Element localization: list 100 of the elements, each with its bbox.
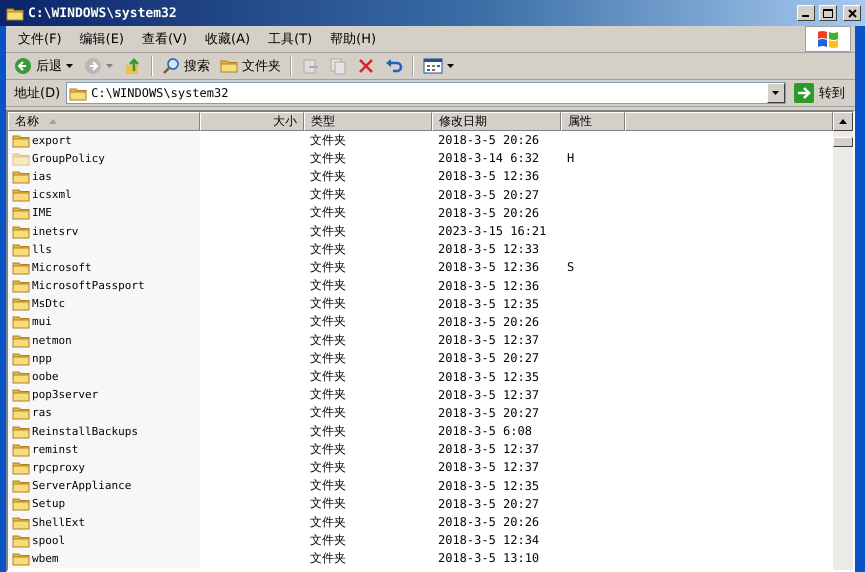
- folder-icon: [12, 478, 30, 494]
- scroll-thumb[interactable]: [833, 137, 853, 147]
- type-cell-text: 文件夹: [309, 550, 347, 567]
- date-cell-text: 2018-3-5 20:26: [437, 132, 540, 150]
- file-name-cell[interactable]: MicrosoftPassport: [8, 276, 200, 295]
- folder-icon: [220, 58, 238, 74]
- column-header[interactable]: 名称: [8, 112, 200, 131]
- menu-item[interactable]: 查看(V): [134, 28, 196, 50]
- date-cell-text: 2018-3-5 20:27: [437, 350, 540, 368]
- file-name-cell[interactable]: pop3server: [8, 386, 200, 404]
- maximize-button[interactable]: [819, 5, 837, 21]
- menu-item[interactable]: 编辑(E): [72, 28, 132, 50]
- type-cell-text: 文件夹: [309, 350, 347, 367]
- windows-logo-icon: [816, 29, 840, 49]
- type-cell-text: 文件夹: [309, 295, 347, 312]
- file-name-cell[interactable]: IME: [8, 204, 200, 222]
- folder-icon: [12, 514, 30, 530]
- scroll-bar[interactable]: [833, 112, 853, 570]
- type-cell-text: 文件夹: [309, 332, 347, 349]
- folder-icon: [12, 224, 30, 239]
- file-name-cell[interactable]: GroupPolicy: [8, 149, 200, 168]
- date-cell-text: 2018-3-5 20:26: [437, 204, 540, 222]
- undo-icon: [385, 57, 403, 75]
- attribute-cell-text: S: [566, 259, 576, 276]
- file-name-cell[interactable]: netmon: [8, 331, 200, 350]
- file-name-cell[interactable]: ras: [8, 404, 200, 422]
- folder-icon: [12, 442, 30, 457]
- type-cell-text: 文件夹: [309, 404, 347, 422]
- minimize-button[interactable]: [797, 5, 815, 21]
- file-name-cell[interactable]: ReinstallBackups: [8, 422, 200, 440]
- date-cell-text: 2018-3-14 6:32: [437, 150, 540, 168]
- folder-icon: [12, 260, 30, 275]
- folders-button[interactable]: 文件夹: [216, 55, 285, 77]
- column-header[interactable]: 大小: [200, 112, 304, 131]
- close-button[interactable]: [843, 5, 861, 21]
- date-cell-text: 2018-3-5 12:34: [437, 532, 540, 550]
- window-title: C:\WINDOWS\system32: [28, 6, 178, 20]
- type-cell-text: 文件夹: [309, 514, 347, 531]
- go-button[interactable]: 转到: [788, 83, 851, 103]
- menu-item[interactable]: 文件(F): [10, 28, 70, 50]
- address-field[interactable]: C:\WINDOWS\system32: [66, 82, 786, 104]
- date-cell-text: 2018-3-5 12:33: [437, 241, 540, 258]
- file-name-cell[interactable]: ShellExt: [8, 512, 200, 532]
- date-cell-text: 2018-3-5 20:26: [437, 314, 540, 331]
- file-name-cell[interactable]: inetsrv: [8, 222, 200, 240]
- date-cell-text: 2018-3-5 12:37: [437, 386, 540, 404]
- file-name-cell[interactable]: lls: [8, 240, 200, 258]
- file-name-cell[interactable]: rpcproxy: [8, 458, 200, 477]
- folder-icon: [12, 460, 30, 475]
- type-cell-text: 文件夹: [309, 258, 347, 276]
- type-cell-text: 文件夹: [309, 440, 347, 458]
- date-cell-text: 2018-3-5 20:26: [437, 514, 540, 532]
- column-header[interactable]: 修改日期: [432, 112, 561, 131]
- type-cell-text: 文件夹: [309, 277, 347, 294]
- type-cell-text: 文件夹: [309, 495, 347, 512]
- file-name-cell[interactable]: ias: [8, 167, 200, 186]
- type-cell-text: 文件夹: [309, 477, 347, 494]
- column-header[interactable]: 类型: [304, 112, 432, 131]
- sort-arrow-icon: [49, 119, 57, 124]
- search-button[interactable]: 搜索: [158, 55, 214, 77]
- type-cell-text: 文件夹: [309, 368, 347, 386]
- attribute-cell-text: H: [566, 150, 576, 168]
- date-cell-text: 2018-3-5 12:35: [437, 296, 540, 313]
- menu-item[interactable]: 工具(T): [260, 28, 320, 50]
- folder-icon: [12, 187, 30, 202]
- delete-icon: [357, 57, 375, 75]
- caret-icon: [772, 90, 780, 96]
- folder-icon: [12, 168, 30, 184]
- folder-icon: [12, 387, 30, 402]
- type-cell-text: 文件夹: [309, 422, 347, 440]
- file-name-cell[interactable]: wbem: [8, 549, 200, 568]
- date-cell-text: 2018-3-5 12:37: [437, 332, 540, 350]
- date-cell-text: 2018-3-5 12:35: [437, 478, 540, 495]
- document-icon: [301, 57, 319, 75]
- menu-item[interactable]: 帮助(H): [322, 28, 384, 50]
- file-name-cell[interactable]: mui: [8, 312, 200, 332]
- folder-icon: [12, 205, 30, 220]
- file-name-cell[interactable]: npp: [8, 349, 200, 368]
- file-name-cell[interactable]: Setup: [8, 494, 200, 513]
- column-header[interactable]: 属性: [561, 112, 625, 131]
- file-name-cell[interactable]: reminst: [8, 440, 200, 458]
- date-cell-text: 2018-3-5 20:27: [437, 496, 540, 513]
- caret-icon: [447, 64, 455, 68]
- back-button[interactable]: 后退: [10, 55, 78, 77]
- date-cell-text: 2023-3-15 16:21: [437, 223, 548, 240]
- file-name-cell[interactable]: Microsoft: [8, 258, 200, 276]
- menu-item[interactable]: 收藏(A): [197, 28, 258, 50]
- file-name-cell[interactable]: ServerAppliance: [8, 476, 200, 495]
- type-cell-text: 文件夹: [309, 458, 347, 476]
- address-label: 地址(D): [13, 85, 62, 102]
- file-name-cell[interactable]: oobe: [8, 367, 200, 386]
- folder-icon: [12, 424, 30, 439]
- type-cell-text: 文件夹: [309, 186, 347, 204]
- file-name-cell[interactable]: icsxml: [8, 186, 200, 204]
- file-name-cell[interactable]: spool: [8, 531, 200, 550]
- scroll-up-button[interactable]: [833, 112, 853, 131]
- file-name-cell[interactable]: MsDtc: [8, 294, 200, 313]
- dropdown-button[interactable]: [767, 83, 785, 103]
- file-name-cell[interactable]: export: [8, 131, 200, 150]
- folder-icon: [12, 278, 30, 294]
